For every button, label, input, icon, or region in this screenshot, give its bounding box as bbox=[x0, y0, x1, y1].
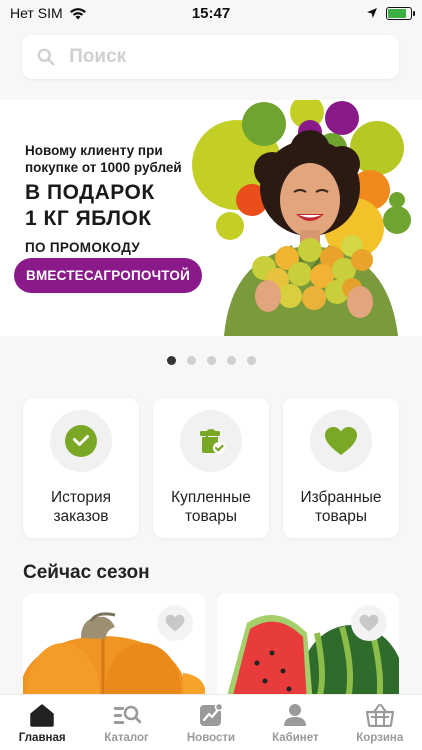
bottom-tab-bar: Главная Каталог Новости Кабинет Корзина bbox=[0, 694, 422, 750]
tab-basket[interactable]: Корзина bbox=[340, 703, 420, 750]
status-right bbox=[366, 6, 415, 20]
product-card-watermelon[interactable] bbox=[217, 593, 399, 703]
heart-outline-icon bbox=[359, 614, 379, 632]
order-history-label: История заказов bbox=[50, 489, 112, 525]
user-icon bbox=[284, 704, 307, 726]
heart-icon bbox=[325, 427, 357, 455]
favorite-button[interactable] bbox=[157, 605, 193, 641]
tab-home-label: Главная bbox=[18, 732, 66, 744]
icon-circle bbox=[180, 410, 242, 472]
carousel-dot[interactable] bbox=[206, 356, 216, 365]
search-input[interactable] bbox=[69, 46, 384, 68]
banner-headline-line1: В ПОДАРОК bbox=[25, 181, 155, 204]
purchased-items-card[interactable]: Купленные товары bbox=[153, 398, 269, 538]
promo-banner[interactable]: Новому клиенту при покупке от 1000 рубле… bbox=[0, 100, 422, 336]
tab-basket-label: Корзина bbox=[356, 732, 404, 744]
tab-home[interactable]: Главная bbox=[2, 703, 82, 750]
order-history-card[interactable]: История заказов bbox=[23, 398, 139, 538]
favorites-card[interactable]: Избранные товары bbox=[283, 398, 399, 538]
heart-outline-icon bbox=[165, 614, 185, 632]
icon-circle bbox=[50, 410, 112, 472]
carousel-dot[interactable] bbox=[186, 356, 196, 365]
battery-charging-icon bbox=[386, 6, 415, 20]
favorites-label: Избранные товары bbox=[300, 489, 382, 525]
tab-cabinet[interactable]: Кабинет bbox=[255, 703, 335, 750]
location-arrow-icon bbox=[367, 8, 377, 18]
news-chart-icon bbox=[199, 703, 224, 726]
product-card-pumpkin[interactable] bbox=[23, 593, 205, 703]
favorite-button[interactable] bbox=[351, 605, 387, 641]
search-icon bbox=[37, 48, 55, 66]
quick-links: История заказов Купленные товары Избранн… bbox=[23, 398, 399, 538]
tab-news-label: Новости bbox=[186, 732, 236, 744]
icon-circle bbox=[310, 410, 372, 472]
tab-catalog[interactable]: Каталог bbox=[87, 703, 167, 750]
carrier-group: Нет SIM bbox=[10, 5, 87, 21]
home-icon bbox=[30, 704, 54, 727]
tab-catalog-label: Каталог bbox=[104, 732, 149, 744]
bag-check-icon bbox=[200, 428, 225, 454]
banner-promo-caption: ПО ПРОМОКОДУ bbox=[25, 240, 141, 255]
section-title: Сейчас сезон bbox=[23, 562, 150, 583]
carrier-label: Нет SIM bbox=[10, 5, 63, 21]
carousel-dot[interactable] bbox=[226, 356, 236, 365]
basket-icon bbox=[365, 704, 394, 727]
check-circle-icon bbox=[65, 425, 97, 457]
carousel-dot[interactable] bbox=[246, 356, 256, 365]
carousel-pagination[interactable] bbox=[0, 356, 422, 365]
promo-code-badge[interactable]: ВМЕСТЕСАГРОПОЧТОЙ bbox=[14, 258, 203, 293]
wifi-icon bbox=[69, 7, 86, 19]
status-bar: Нет SIM 15:47 bbox=[0, 0, 422, 26]
banner-subtitle: Новому клиенту при покупке от 1000 рубле… bbox=[25, 143, 182, 175]
purchased-items-label: Купленные товары bbox=[171, 489, 251, 525]
carousel-dot[interactable] bbox=[166, 356, 176, 365]
tab-news[interactable]: Новости bbox=[171, 703, 251, 750]
catalog-search-icon bbox=[113, 705, 141, 724]
banner-headline-line2: 1 КГ ЯБЛОК bbox=[25, 207, 152, 230]
banner-headline: В ПОДАРОК 1 КГ ЯБЛОК bbox=[25, 180, 155, 232]
banner-illustration bbox=[192, 100, 411, 336]
search-bar[interactable] bbox=[22, 35, 399, 79]
tab-cabinet-label: Кабинет bbox=[272, 732, 319, 744]
